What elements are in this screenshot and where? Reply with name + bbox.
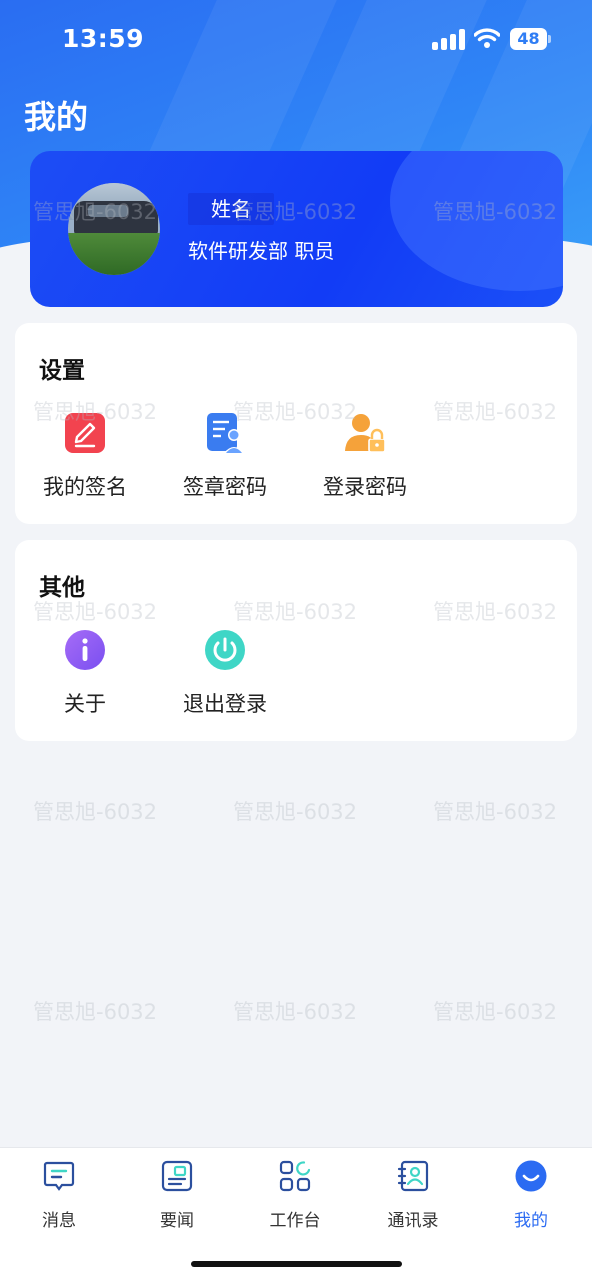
tab-mine[interactable]: 我的: [472, 1158, 590, 1231]
power-icon: [205, 630, 245, 670]
login-password-label: 登录密码: [323, 475, 407, 499]
workbench-grid-icon: [279, 1160, 311, 1192]
tab-workbench-label: 工作台: [269, 1211, 321, 1231]
home-indicator[interactable]: [191, 1261, 402, 1267]
battery-level: 48: [510, 28, 547, 50]
login-password-item[interactable]: 登录密码: [295, 413, 435, 513]
profile-department: 软件研发部 职员: [188, 239, 335, 263]
seal-password-label: 签章密码: [183, 475, 267, 499]
profile-card[interactable]: 姓名 软件研发部 职员: [30, 151, 563, 307]
tab-news[interactable]: 要闻: [118, 1158, 236, 1231]
settings-title: 设置: [39, 358, 85, 384]
about-label: 关于: [64, 692, 106, 716]
my-signature-item[interactable]: 我的签名: [15, 413, 155, 513]
seal-document-icon: [207, 413, 244, 453]
tab-contacts[interactable]: 通讯录: [354, 1158, 472, 1231]
other-title: 其他: [39, 575, 85, 601]
info-icon: [65, 630, 105, 670]
watermark-text: 管思旭-6032: [33, 800, 158, 824]
seal-password-item[interactable]: 签章密码: [155, 413, 295, 513]
tab-messages[interactable]: 消息: [0, 1158, 118, 1231]
user-lock-icon: [345, 414, 385, 453]
watermark-text: 管思旭-6032: [233, 1000, 358, 1024]
avatar[interactable]: [68, 183, 160, 275]
tab-workbench[interactable]: 工作台: [236, 1158, 354, 1231]
tab-contacts-label: 通讯录: [387, 1211, 439, 1231]
message-icon: [43, 1161, 75, 1191]
logout-label: 退出登录: [183, 692, 267, 716]
tab-messages-label: 消息: [42, 1211, 76, 1231]
smile-profile-icon: [515, 1160, 547, 1192]
other-card: 其他 关于 退出登录: [15, 540, 577, 741]
logout-item[interactable]: 退出登录: [155, 630, 295, 730]
about-item[interactable]: 关于: [15, 630, 155, 730]
signature-edit-icon: [65, 413, 105, 453]
profile-name: 姓名: [188, 193, 274, 225]
status-bar: 13:59 48: [0, 0, 592, 80]
watermark-text: 管思旭-6032: [433, 800, 558, 824]
tab-mine-label: 我的: [514, 1211, 548, 1231]
page-title: 我的: [24, 98, 89, 136]
watermark-text: 管思旭-6032: [233, 800, 358, 824]
news-icon: [161, 1160, 193, 1192]
watermark-text: 管思旭-6032: [433, 1000, 558, 1024]
signal-icon: [432, 28, 466, 50]
contacts-book-icon: [397, 1160, 429, 1192]
tab-news-label: 要闻: [160, 1211, 194, 1231]
watermark-text: 管思旭-6032: [33, 1000, 158, 1024]
wifi-icon: [474, 28, 500, 48]
status-time: 13:59: [62, 24, 145, 53]
battery-icon: 48: [510, 28, 551, 50]
my-signature-label: 我的签名: [43, 475, 127, 499]
settings-card: 设置 我的签名 签章密码 登录密码: [15, 323, 577, 524]
